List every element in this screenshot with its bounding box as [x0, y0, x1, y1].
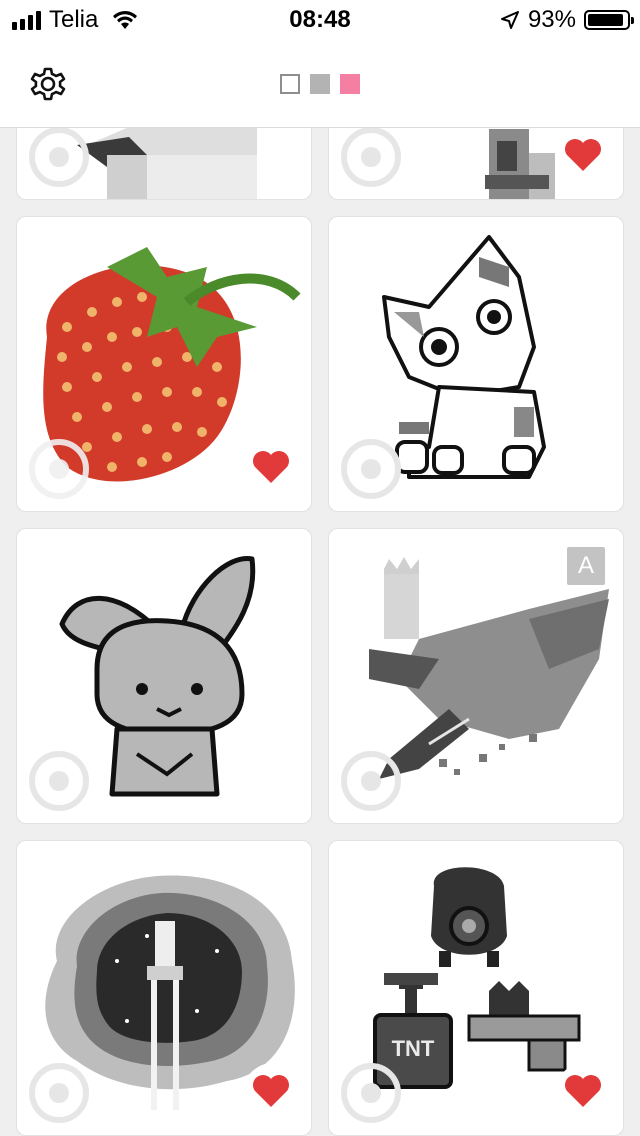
battery-icon [584, 10, 634, 30]
artwork-card-cube[interactable] [16, 128, 312, 200]
favorite-heart-icon[interactable] [251, 449, 291, 485]
artwork-card-robot-legs[interactable] [328, 128, 624, 200]
artwork-card-bunny[interactable] [16, 528, 312, 824]
artwork-card-tnt-robot-gun[interactable]: TNT [328, 840, 624, 1136]
artwork-grid: A TNT [0, 128, 640, 1136]
filter-gray-swatch[interactable] [310, 74, 330, 94]
settings-gear-icon[interactable] [26, 62, 70, 106]
artwork-card-space-rocket[interactable] [16, 840, 312, 1136]
favorite-heart-icon[interactable] [563, 137, 603, 173]
status-bar: Telia 08:48 93% [0, 0, 640, 40]
auto-badge: A [567, 547, 605, 585]
favorite-heart-icon[interactable] [563, 1073, 603, 1109]
paint-target-icon[interactable] [341, 1063, 401, 1123]
filter-pink-swatch[interactable] [340, 74, 360, 94]
top-nav-bar [0, 40, 640, 128]
favorite-heart-icon[interactable] [251, 1073, 291, 1109]
paint-target-icon[interactable] [29, 128, 89, 187]
paint-target-icon[interactable] [29, 751, 89, 811]
color-filter [280, 74, 360, 94]
paint-target-icon[interactable] [29, 1063, 89, 1123]
battery-percent: 93% [527, 6, 576, 33]
filter-white-swatch[interactable] [280, 74, 300, 94]
location-arrow-icon [500, 11, 519, 29]
paint-target-icon[interactable] [341, 439, 401, 499]
paint-target-icon[interactable] [341, 751, 401, 811]
artwork-card-cat[interactable] [328, 216, 624, 512]
svg-text:TNT: TNT [392, 1036, 435, 1061]
artwork-card-running-king[interactable]: A [328, 528, 624, 824]
status-right: 93% [500, 6, 634, 34]
paint-target-icon[interactable] [341, 128, 401, 187]
artwork-card-strawberry[interactable] [16, 216, 312, 512]
paint-target-icon[interactable] [29, 439, 89, 499]
